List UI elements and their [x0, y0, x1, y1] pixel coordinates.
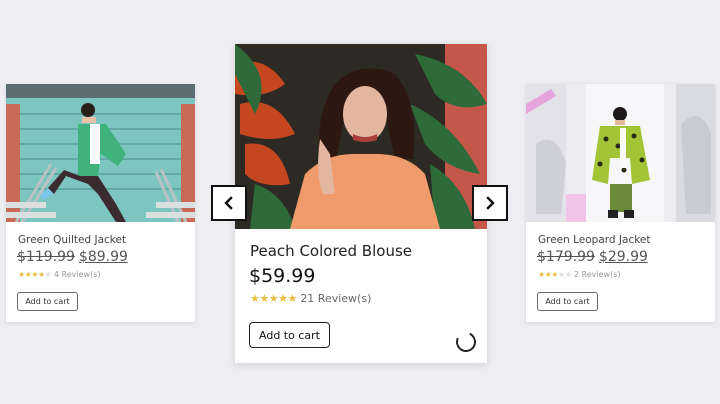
sale-price: $89.99	[78, 249, 128, 265]
carousel-prev-button[interactable]	[211, 185, 247, 221]
review-count[interactable]: 4 Review(s)	[54, 270, 101, 279]
product-image[interactable]	[6, 84, 195, 222]
product-rating: ★★★★★ 4 Review(s)	[18, 270, 101, 279]
star-icon: ★★★★	[18, 270, 45, 279]
add-to-cart-button[interactable]: Add to cart	[249, 322, 330, 348]
product-image[interactable]	[526, 84, 715, 222]
product-price: $179.99 $29.99	[537, 249, 648, 265]
product-title[interactable]: Green Quilted Jacket	[18, 234, 126, 246]
product-title[interactable]: Green Leopard Jacket	[538, 234, 651, 246]
loading-spinner-icon	[453, 329, 479, 355]
original-price: $179.99	[537, 249, 595, 265]
sale-price: $29.99	[598, 249, 648, 265]
product-card-green-leopard-jacket[interactable]: Green Leopard Jacket $179.99 $29.99 ★★★★★…	[526, 84, 715, 322]
carousel-next-button[interactable]	[472, 185, 508, 221]
product-price: $59.99	[249, 265, 316, 287]
product-image[interactable]	[235, 44, 487, 229]
product-price: $119.99 $89.99	[17, 249, 128, 265]
star-empty-icon: ★	[44, 270, 52, 279]
product-card-peach-colored-blouse[interactable]: Peach Colored Blouse $59.99 ★★★★★ 21 Rev…	[235, 44, 487, 363]
review-count[interactable]: 21 Review(s)	[300, 292, 371, 305]
product-title[interactable]: Peach Colored Blouse	[250, 242, 412, 260]
chevron-left-icon	[224, 196, 233, 210]
star-empty-icon: ★★	[558, 270, 572, 279]
star-icon: ★★★★★	[250, 292, 297, 305]
product-rating: ★★★★★ 21 Review(s)	[250, 292, 371, 305]
product-rating: ★★★★★ 2 Review(s)	[538, 270, 621, 279]
product-card-green-quilted-jacket[interactable]: Green Quilted Jacket $119.99 $89.99 ★★★★★…	[6, 84, 195, 322]
original-price: $119.99	[17, 249, 75, 265]
chevron-right-icon	[486, 196, 495, 210]
review-count[interactable]: 2 Review(s)	[574, 270, 621, 279]
star-icon: ★★★	[538, 270, 559, 279]
add-to-cart-button[interactable]: Add to cart	[537, 292, 598, 311]
add-to-cart-button[interactable]: Add to cart	[17, 292, 78, 311]
